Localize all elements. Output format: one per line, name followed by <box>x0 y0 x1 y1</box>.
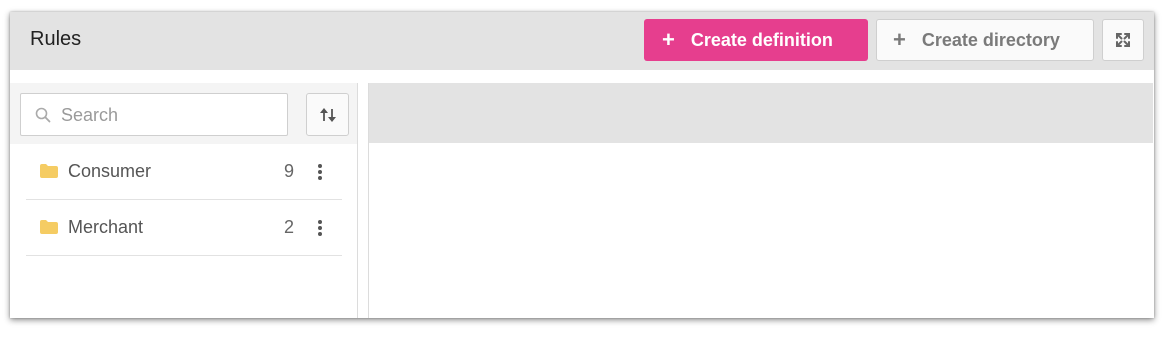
create-definition-label: Create definition <box>690 29 833 50</box>
search-field[interactable] <box>20 93 288 136</box>
create-directory-button[interactable]: + Create directory <box>876 19 1094 61</box>
plus-icon: + <box>893 27 906 52</box>
list-item-count: 2 <box>283 217 294 237</box>
content-area <box>368 83 1154 318</box>
content-header <box>369 83 1153 143</box>
more-options-icon[interactable] <box>314 162 326 182</box>
expand-button[interactable] <box>1102 19 1144 61</box>
sort-button[interactable] <box>306 93 349 136</box>
list-item-label: Merchant <box>68 217 144 237</box>
more-options-icon[interactable] <box>314 218 326 238</box>
list-item-count: 9 <box>283 161 294 181</box>
page-title: Rules <box>30 28 82 50</box>
plus-icon: + <box>662 27 675 52</box>
list-item[interactable]: Consumer 9 <box>26 144 342 200</box>
create-directory-label: Create directory <box>921 29 1060 50</box>
sort-icon <box>319 107 336 122</box>
search-input[interactable] <box>61 102 281 128</box>
create-definition-button[interactable]: + Create definition <box>644 19 868 61</box>
directory-sidebar: Consumer 9 Merchant 2 <box>10 83 358 318</box>
list-item[interactable]: Merchant 2 <box>26 200 342 256</box>
folder-icon <box>40 220 58 234</box>
panel-header: Rules + Create definition + Create direc… <box>10 12 1154 70</box>
expand-icon <box>1116 33 1130 47</box>
folder-icon <box>40 164 58 178</box>
list-item-label: Consumer <box>68 161 152 181</box>
rules-panel: Rules + Create definition + Create direc… <box>10 12 1154 318</box>
search-icon <box>35 107 51 123</box>
directory-list: Consumer 9 Merchant 2 <box>10 144 357 318</box>
